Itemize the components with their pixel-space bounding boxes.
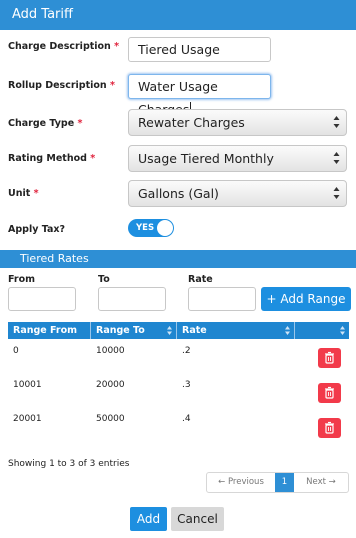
- required-marker: *: [109, 80, 115, 91]
- rates-table-header: Range From Range To Rate: [8, 322, 349, 339]
- tiered-rates-header: Tiered Rates: [0, 250, 356, 268]
- trash-icon: [325, 386, 334, 399]
- range-to-input[interactable]: [98, 287, 166, 311]
- table-row: 20001 50000 .4: [8, 412, 349, 450]
- rating-method-select[interactable]: Usage Tiered Monthly: [128, 145, 347, 172]
- cancel-button[interactable]: Cancel: [171, 507, 224, 531]
- delete-row-button[interactable]: [318, 418, 341, 438]
- rollup-description-label: Rollup Description *: [8, 80, 115, 91]
- rollup-description-input[interactable]: Water Usage Charges: [128, 74, 271, 117]
- column-header-rate[interactable]: Rate: [177, 322, 295, 339]
- add-button[interactable]: Add: [130, 507, 167, 531]
- trash-icon: [325, 351, 334, 364]
- cell-range-from: 20001: [13, 414, 42, 424]
- unit-label: Unit *: [8, 188, 39, 199]
- required-marker: *: [114, 41, 120, 52]
- required-marker: *: [77, 118, 83, 129]
- cell-rate: .3: [182, 380, 191, 390]
- sort-icon: [167, 326, 172, 335]
- cell-range-from: 10001: [13, 380, 42, 390]
- toggle-knob: [157, 220, 173, 236]
- sort-icon: [340, 326, 345, 335]
- cell-range-to: 10000: [96, 346, 125, 356]
- trash-icon: [325, 421, 334, 434]
- pagination-page-1[interactable]: 1: [275, 473, 294, 492]
- select-arrows-icon: [333, 116, 340, 128]
- cell-rate: .4: [182, 414, 191, 424]
- add-range-button[interactable]: + Add Range: [261, 287, 351, 311]
- unit-select[interactable]: Gallons (Gal): [128, 180, 347, 207]
- column-header-actions[interactable]: [295, 322, 349, 339]
- cell-range-to: 20000: [96, 380, 125, 390]
- charge-description-input[interactable]: Tiered Usage: [128, 37, 271, 62]
- apply-tax-label: Apply Tax?: [8, 224, 66, 235]
- dialog-title: Add Tariff: [12, 7, 73, 22]
- charge-description-label: Charge Description *: [8, 41, 120, 52]
- charge-type-label: Charge Type *: [8, 118, 83, 129]
- range-from-input[interactable]: [8, 287, 76, 311]
- rate-label: Rate: [188, 274, 213, 285]
- column-header-range-from[interactable]: Range From: [8, 322, 91, 339]
- pagination: ← Previous 1 Next →: [206, 472, 349, 493]
- delete-row-button[interactable]: [318, 383, 341, 403]
- required-marker: *: [33, 188, 39, 199]
- from-label: From: [8, 274, 35, 285]
- to-label: To: [98, 274, 110, 285]
- column-header-range-to[interactable]: Range To: [91, 322, 177, 339]
- select-arrows-icon: [333, 152, 340, 164]
- table-row: 10001 20000 .3: [8, 378, 349, 416]
- delete-row-button[interactable]: [318, 348, 341, 368]
- dialog-header: Add Tariff: [0, 0, 356, 30]
- select-arrows-icon: [333, 187, 340, 199]
- apply-tax-toggle[interactable]: YES: [128, 219, 174, 237]
- table-info: Showing 1 to 3 of 3 entries: [8, 459, 130, 469]
- charge-type-select[interactable]: Rewater Charges: [128, 109, 347, 136]
- pagination-previous[interactable]: ← Previous: [207, 473, 275, 492]
- rating-method-label: Rating Method *: [8, 153, 96, 164]
- sort-icon: [285, 326, 290, 335]
- cell-range-from: 0: [13, 346, 19, 356]
- cell-range-to: 50000: [96, 414, 125, 424]
- cell-rate: .2: [182, 346, 191, 356]
- required-marker: *: [90, 153, 96, 164]
- rate-input[interactable]: [188, 287, 256, 311]
- table-row: 0 10000 .2: [8, 344, 349, 382]
- pagination-next[interactable]: Next →: [294, 473, 348, 492]
